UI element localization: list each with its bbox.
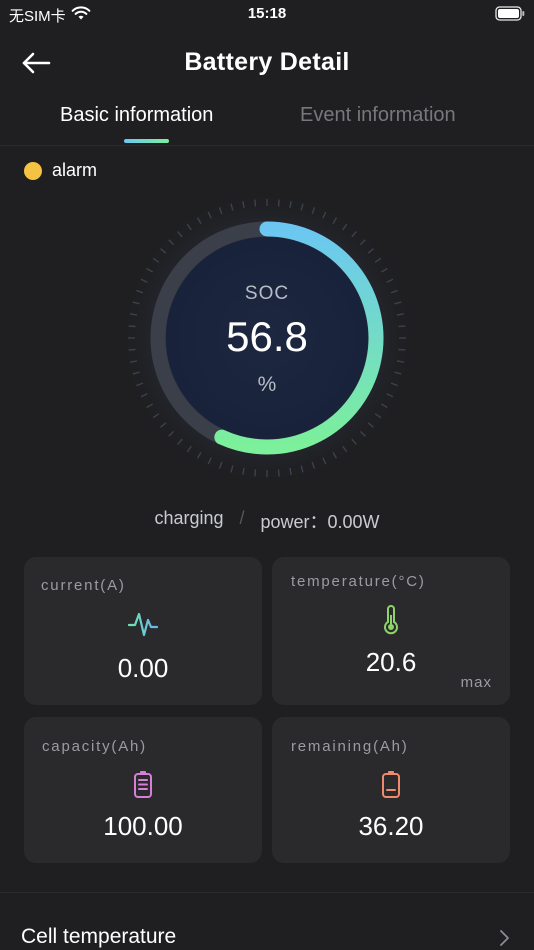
charge-separator: /: [239, 508, 245, 528]
status-time: 15:18: [247, 5, 287, 22]
active-tab-indicator: [124, 139, 169, 143]
cell-temperature-label: Cell temperature: [21, 925, 177, 948]
status-bar: 无SIM卡 15:18: [0, 0, 534, 30]
charge-state: charging: [154, 508, 224, 528]
power-readout: power：0.00W: [260, 512, 380, 532]
gauge-tick: [254, 199, 257, 207]
waveform-icon: [24, 609, 262, 639]
alarm-status-dot: [24, 161, 42, 180]
soc-unit: %: [257, 373, 277, 396]
cell-temperature-row[interactable]: Cell temperature: [0, 893, 534, 950]
page-title: Battery Detail: [184, 48, 350, 76]
gauge-tick: [254, 469, 257, 477]
current-value: 0.00: [117, 653, 169, 683]
temperature-card: temperature(°C) 20.6 max: [272, 557, 510, 705]
alarm-label: alarm: [52, 160, 98, 180]
gauge-tick: [277, 199, 280, 207]
capacity-card: capacity(Ah) 100.00: [24, 717, 262, 863]
nav-bar: Battery Detail: [0, 40, 534, 86]
temperature-max-label: max: [460, 674, 492, 691]
capacity-value: 100.00: [103, 811, 183, 841]
battery-full-icon: [24, 770, 262, 798]
remaining-label: remaining(Ah): [291, 738, 409, 755]
soc-value: 56.8: [226, 313, 308, 360]
tab-basic-information[interactable]: Basic information: [60, 104, 213, 127]
alarm-indicator: alarm: [24, 160, 97, 181]
current-label: current(A): [41, 577, 126, 594]
remaining-card: remaining(Ah) 36.20: [272, 717, 510, 863]
current-card: current(A) 0.00: [24, 557, 262, 705]
gauge-tick: [277, 469, 280, 477]
soc-label: SOC: [244, 283, 290, 304]
temperature-label: temperature(°C): [291, 573, 426, 590]
chevron-right-icon: [498, 929, 510, 950]
tab-bar: Basic information Event information: [0, 96, 534, 146]
battery-low-icon: [272, 770, 510, 798]
remaining-value: 36.20: [358, 811, 424, 841]
battery-icon: [495, 6, 525, 26]
charge-status-row: charging / power：0.00W: [0, 508, 534, 534]
tab-event-information[interactable]: Event information: [300, 104, 456, 127]
capacity-label: capacity(Ah): [42, 738, 147, 755]
thermometer-icon: [272, 605, 510, 635]
